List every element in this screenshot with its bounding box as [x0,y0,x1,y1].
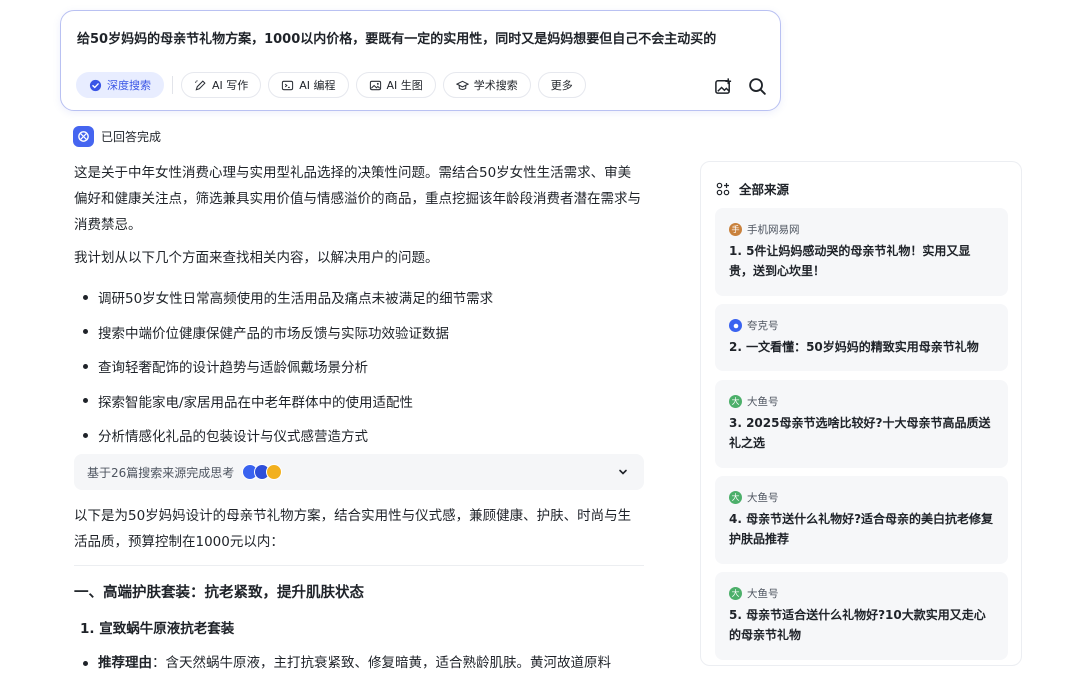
chip-label: AI 写作 [212,79,249,92]
sources-header: 全部来源 [716,179,789,198]
answer-status: 已回答完成 [73,126,161,147]
chip-ai-writing[interactable]: AI 写作 [181,72,262,98]
site-icon: 大 [729,587,742,600]
chip-deep-search[interactable]: 深度搜索 [76,72,164,98]
source-site: 大 大鱼号 [729,394,994,409]
divider [74,565,644,566]
source-site: 夸克号 [729,318,994,333]
sohu-icon [266,464,283,480]
site-icon [729,319,742,332]
site-name: 大鱼号 [747,492,779,504]
site-icon: 大 [729,491,742,504]
recommendation-label: 推荐理由 [98,655,152,671]
code-icon [282,80,294,90]
source-title: 2. 一文看懂：50岁妈妈的精致实用母亲节礼物 [729,340,979,354]
sources-panel: 全部来源 手 手机网易网 1. 5件让妈妈感动哭的母亲节礼物！实用又显贵，送到心… [700,161,1022,666]
search-icon [748,77,766,95]
site-icon: 手 [729,223,742,236]
chip-label: AI 编程 [299,79,336,92]
site-icon: 大 [729,395,742,408]
source-card[interactable]: 大 大鱼号 5. 母亲节适合送什么礼物好?10大款实用又走心的母亲节礼物 [715,572,1008,660]
assistant-logo-icon [73,126,94,147]
chip-academic-search[interactable]: 学术搜索 [442,72,531,98]
search-query-text[interactable]: 给50岁妈妈的母亲节礼物方案，1000以内价格，要既有一定的实用性，同时又是妈妈… [77,28,716,47]
image-icon [369,80,381,90]
plan-paragraph: 我计划从以下几个方面来查找相关内容，以解决用户的问题。 [74,250,439,266]
site-name: 大鱼号 [747,588,779,600]
intro-paragraph: 这是关于中年女性消费心理与实用型礼品选择的决策性问题。需结合50岁女性生活需求、… [74,165,641,233]
chip-more[interactable]: 更多 [537,72,586,98]
list-item: 分析情感化礼品的包装设计与仪式感营造方式 [74,418,493,453]
site-name: 夸克号 [747,320,779,332]
source-site: 手 手机网易网 [729,222,994,237]
list-item: 探索智能家电/家居用品在中老年群体中的使用适配性 [74,384,493,419]
list-item: 调研50岁女性日常高频使用的生活用品及痛点未被满足的细节需求 [74,280,493,315]
source-card[interactable]: 大 大鱼号 4. 母亲节送什么礼物好?适合母亲的美白抗老修复护肤品推荐 [715,476,1008,564]
pen-icon [195,79,206,90]
site-name: 手机网易网 [747,224,800,236]
list-item: 查询轻奢配饰的设计趋势与适龄佩戴场景分析 [74,349,493,384]
recommendation-body: ：含天然蜗牛原液，主打抗衰紧致、修复暗黄，适合熟龄肌肤。黄河故道原料 [152,655,611,671]
source-title: 4. 母亲节送什么礼物好?适合母亲的美白抗老修复护肤品推荐 [729,512,994,546]
search-button[interactable] [746,75,768,97]
chip-label: 学术搜索 [473,79,518,92]
chip-ai-coding[interactable]: AI 编程 [268,72,349,98]
chip-divider [172,76,173,94]
source-card[interactable]: 夸克号 2. 一文看懂：50岁妈妈的精致实用母亲节礼物 [715,304,1008,371]
chip-label: 深度搜索 [107,79,151,92]
search-box[interactable]: 给50岁妈妈的母亲节礼物方案，1000以内价格，要既有一定的实用性，同时又是妈妈… [60,10,781,111]
source-title: 5. 母亲节适合送什么礼物好?10大款实用又走心的母亲节礼物 [729,608,986,642]
thinking-text: 基于26篇搜索来源完成思考 [87,465,235,480]
mode-chips: 深度搜索 AI 写作 AI 编程 AI 生图 学术搜索 更多 [76,72,593,98]
thinking-sources-toggle[interactable]: 基于26篇搜索来源完成思考 [74,454,644,490]
sources-title: 全部来源 [739,182,790,197]
image-upload-button[interactable] [712,75,734,97]
chevron-down-icon [619,469,627,475]
source-site: 大 大鱼号 [729,586,994,601]
chip-label: AI 生图 [386,79,423,92]
recommendation-text: 推荐理由：含天然蜗牛原液，主打抗衰紧致、修复暗黄，适合熟龄肌肤。黄河故道原料 [98,650,611,676]
source-card[interactable]: 大 大鱼号 3. 2025母亲节选啥比较好?十大母亲节高品质送礼之选 [715,380,1008,468]
source-title: 1. 5件让妈妈感动哭的母亲节礼物！实用又显贵，送到心坎里！ [729,244,971,278]
summary-paragraph: 以下是为50岁妈妈设计的母亲节礼物方案，结合实用性与仪式感，兼顾健康、护肤、时尚… [74,508,632,550]
source-card[interactable]: 手 手机网易网 1. 5件让妈妈感动哭的母亲节礼物！实用又显贵，送到心坎里！ [715,208,1008,296]
item-heading: 1. 宣致蜗牛原液抗老套装 [80,621,235,637]
source-title: 3. 2025母亲节选啥比较好?十大母亲节高品质送礼之选 [729,416,991,450]
plan-list: 调研50岁女性日常高频使用的生活用品及痛点未被满足的细节需求 搜索中端价位健康保… [74,280,493,453]
site-name: 大鱼号 [747,396,779,408]
source-avatars [242,464,283,480]
recommendation-line: 推荐理由：含天然蜗牛原液，主打抗衰紧致、修复暗黄，适合熟龄肌肤。黄河故道原料 [74,650,646,676]
graduation-cap-icon [455,80,469,90]
chip-label: 更多 [550,79,573,92]
source-site: 大 大鱼号 [729,490,994,505]
sources-grid-icon [716,182,730,195]
list-item: 搜索中端价位健康保健产品的市场反馈与实际功效验证数据 [74,315,493,350]
status-text: 已回答完成 [101,130,162,144]
chip-ai-image[interactable]: AI 生图 [355,72,436,98]
deep-search-icon [89,79,102,91]
bullet-dot [83,661,88,666]
image-upload-icon [714,77,731,94]
section-heading: 一、高端护肤套装：抗老紧致，提升肌肤状态 [74,585,364,601]
